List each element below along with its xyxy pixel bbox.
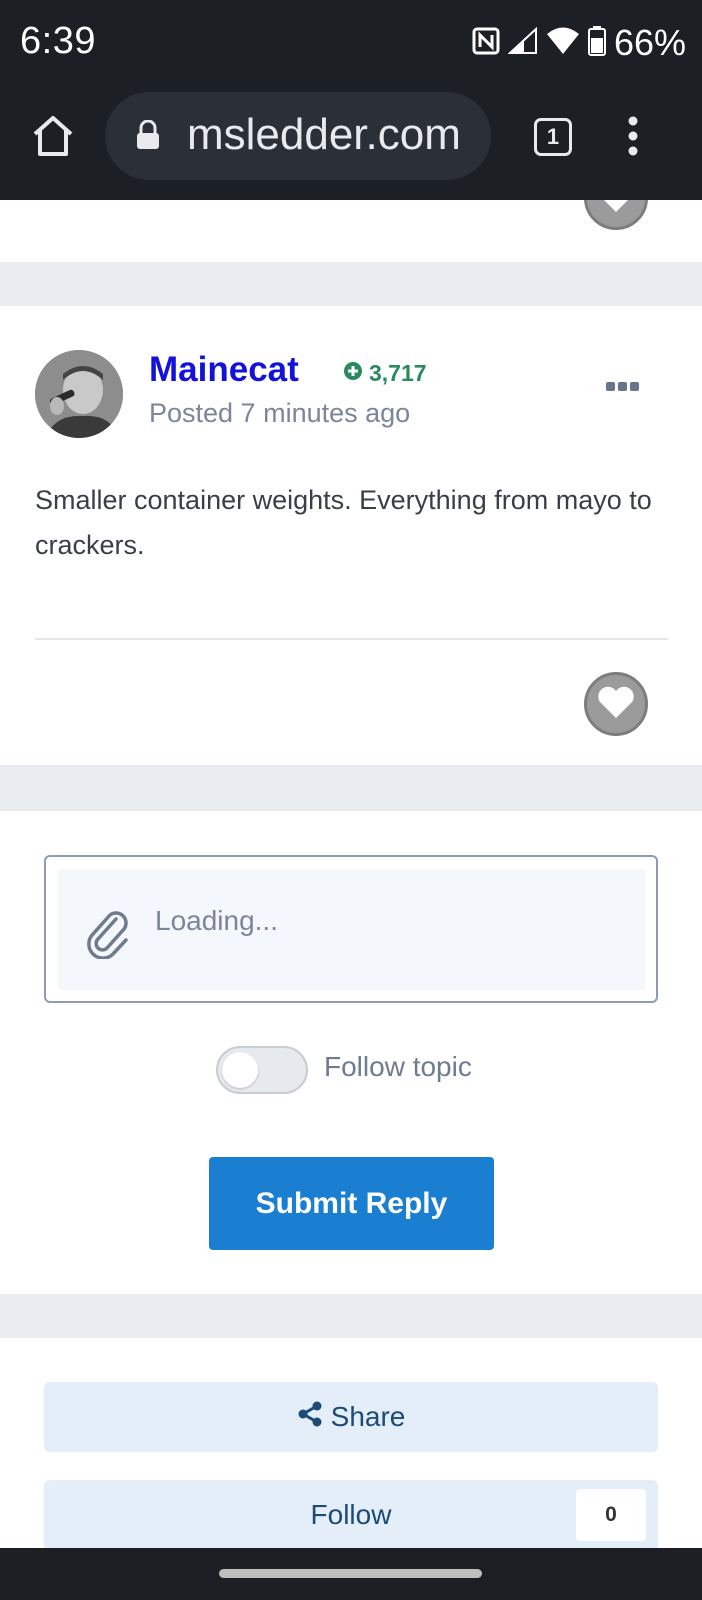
- signal-icon: [507, 26, 538, 60]
- follow-button[interactable]: Follow 0: [44, 1480, 658, 1550]
- post-body: Smaller container weights. Everything fr…: [35, 485, 652, 560]
- submit-reply-button[interactable]: Submit Reply: [209, 1157, 494, 1250]
- share-button[interactable]: Share: [44, 1382, 658, 1452]
- reply-editor[interactable]: Loading...: [44, 855, 658, 1003]
- follow-topic-label[interactable]: Follow topic: [324, 1051, 472, 1083]
- follow-count: 0: [576, 1489, 646, 1541]
- battery-percent: 66%: [613, 22, 686, 63]
- divider: [35, 638, 668, 640]
- reply-form: Loading... Follow topic Submit Reply: [0, 811, 702, 1294]
- share-icon: [297, 1401, 323, 1434]
- like-button-previous[interactable]: [584, 200, 648, 230]
- more-dot: [630, 382, 639, 391]
- browser-toolbar: msledder.com 1: [0, 88, 702, 200]
- status-time: 6:39: [20, 20, 96, 62]
- system-nav-bar: [0, 1548, 702, 1600]
- home-icon[interactable]: [31, 114, 75, 163]
- paperclip-icon[interactable]: [86, 909, 132, 964]
- post-timestamp[interactable]: Posted 7 minutes ago: [149, 398, 410, 429]
- tabs-button[interactable]: 1: [534, 118, 572, 156]
- previous-post-footer: [0, 200, 702, 262]
- reputation-count: 3,717: [369, 360, 427, 386]
- lock-icon: [135, 119, 161, 155]
- editor-placeholder: Loading...: [155, 905, 278, 936]
- follow-topic-toggle[interactable]: [216, 1046, 308, 1094]
- toggle-knob: [222, 1052, 258, 1088]
- home-gesture-handle[interactable]: [219, 1569, 482, 1578]
- battery-icon: [587, 25, 606, 61]
- post-card: Mainecat 3,717 Posted 7 minutes ago Smal…: [0, 306, 702, 765]
- more-dot: [606, 382, 615, 391]
- like-button[interactable]: [584, 672, 648, 736]
- avatar[interactable]: [35, 350, 123, 438]
- more-dot: [618, 382, 627, 391]
- more-options-button[interactable]: [606, 382, 639, 391]
- status-icons: 66%: [472, 22, 686, 64]
- follow-label: Follow: [310, 1499, 392, 1530]
- url-text: msledder.com: [187, 110, 461, 159]
- topic-actions: Share Follow 0: [0, 1338, 702, 1550]
- wifi-icon: [546, 27, 580, 60]
- plus-circle-icon: [343, 360, 363, 387]
- menu-icon[interactable]: [628, 116, 638, 161]
- author-name[interactable]: Mainecat: [149, 350, 299, 390]
- reputation-badge: 3,717: [343, 360, 427, 387]
- address-bar[interactable]: msledder.com: [105, 92, 491, 180]
- share-label: Share: [330, 1401, 406, 1432]
- editor-area[interactable]: Loading...: [58, 869, 645, 990]
- heart-icon: [597, 685, 635, 724]
- heart-icon: [597, 200, 635, 218]
- status-bar: 6:39 66%: [0, 0, 702, 88]
- nfc-icon: [472, 27, 500, 60]
